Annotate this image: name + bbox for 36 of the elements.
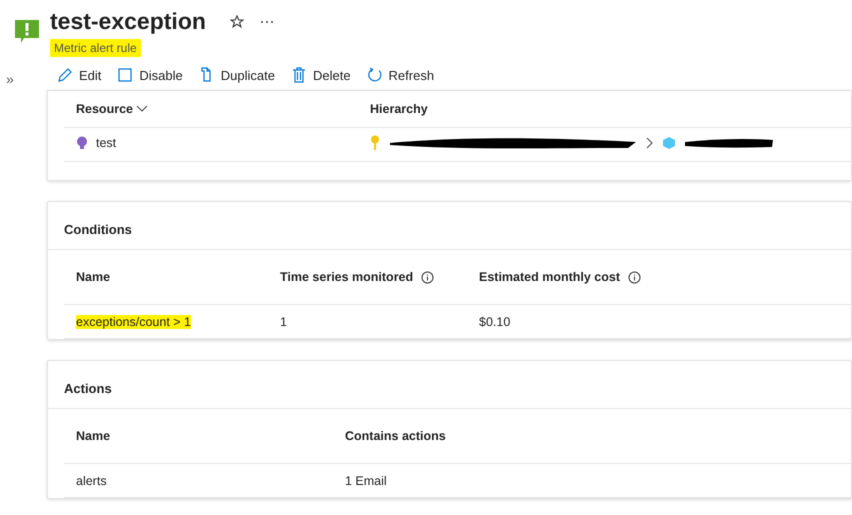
column-header[interactable]: Resource xyxy=(64,91,358,128)
table-cell: $0.10 xyxy=(479,314,510,328)
trash-icon xyxy=(290,67,307,83)
alert-rule-icon xyxy=(14,19,40,45)
chevron-right-icon xyxy=(646,137,654,149)
pencil-icon xyxy=(57,67,73,83)
chevron-down-icon xyxy=(136,105,148,113)
column-header: Contains actions xyxy=(333,409,851,464)
action-group-link[interactable]: alerts xyxy=(76,474,107,488)
page-title: test-exception xyxy=(50,8,206,35)
info-icon[interactable] xyxy=(628,270,641,284)
table-cell: 1 Email xyxy=(345,474,387,488)
toolbar-button[interactable]: Refresh xyxy=(360,63,440,87)
star-icon[interactable] xyxy=(230,14,244,28)
column-header: Estimated monthly cost xyxy=(479,270,620,284)
column-header: Time series monitored xyxy=(280,270,414,284)
checkbox-icon xyxy=(117,67,134,83)
table-cell: 1 xyxy=(280,314,287,328)
info-icon[interactable] xyxy=(421,270,434,284)
section-title: Actions xyxy=(48,361,851,409)
sidebar-toggle[interactable]: » xyxy=(6,71,14,87)
table-cell: test xyxy=(96,136,116,150)
refresh-icon xyxy=(366,67,383,83)
page-subtitle: Metric alert rule xyxy=(50,39,141,57)
condition-link[interactable]: exceptions/count > 1 xyxy=(76,314,192,328)
toolbar-button[interactable]: Delete xyxy=(284,63,357,87)
lightbulb-icon xyxy=(76,136,88,150)
column-header: Hierarchy xyxy=(358,91,851,128)
toolbar-button[interactable]: Disable xyxy=(111,63,189,87)
toolbar-button[interactable]: Edit xyxy=(51,63,108,87)
column-header: Name xyxy=(76,270,110,284)
column-header: Name xyxy=(64,409,333,464)
toolbar-button[interactable]: Duplicate xyxy=(192,63,281,87)
section-title: Conditions xyxy=(48,202,851,250)
cube-icon xyxy=(662,136,676,150)
more-icon[interactable] xyxy=(260,20,274,24)
